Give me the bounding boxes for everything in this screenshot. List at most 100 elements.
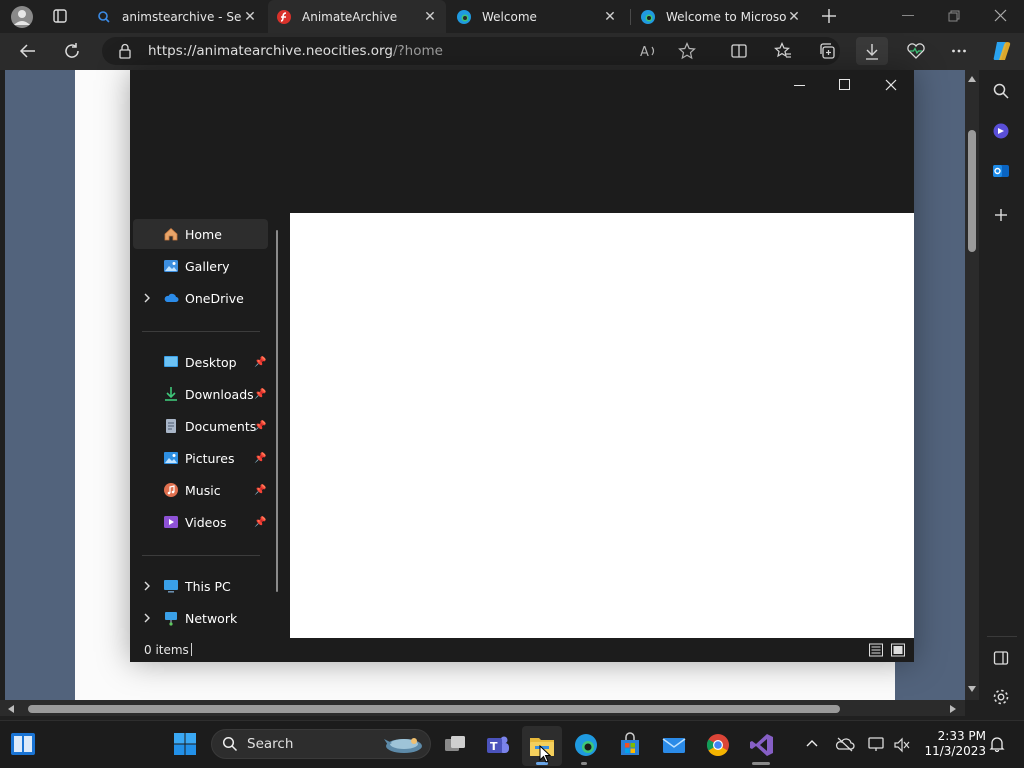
edge-browser-icon[interactable] [573, 732, 599, 758]
collections-icon[interactable] [818, 42, 836, 60]
svg-text:A: A [640, 45, 649, 59]
large-icons-view-icon[interactable] [890, 642, 906, 658]
mail-icon[interactable] [661, 732, 687, 758]
restore-icon[interactable] [948, 10, 960, 22]
url-host: https://animatearchive.neocities.org [148, 43, 393, 59]
explorer-content-pane[interactable] [290, 213, 914, 638]
show-hidden-icons-chevron[interactable] [806, 738, 818, 750]
scroll-down-arrow[interactable] [968, 686, 976, 692]
downloads-button[interactable] [856, 37, 888, 65]
nav-pane-scrollbar[interactable] [276, 230, 278, 592]
tab-animstearchive-search[interactable]: animstearchive - Sear ✕ [88, 0, 266, 33]
outlook-icon[interactable] [992, 162, 1010, 180]
chrome-icon[interactable] [705, 732, 731, 758]
system-clock[interactable]: 2:33 PM 11/3/2023 [916, 729, 986, 759]
copilot-sidebar-icon[interactable] [992, 122, 1010, 140]
pin-icon[interactable]: 📌 [254, 389, 266, 400]
chevron-right-icon[interactable] [142, 293, 152, 303]
nav-label: Videos [185, 514, 227, 530]
explorer-minimize-icon[interactable] [794, 85, 805, 86]
search-highlight-icon [384, 738, 422, 753]
nav-item-music[interactable]: Music 📌 [133, 475, 268, 505]
close-tab-icon[interactable]: ✕ [242, 9, 258, 25]
pin-icon[interactable]: 📌 [254, 421, 266, 432]
volume-muted-icon[interactable] [893, 737, 911, 753]
sidebar-settings-icon[interactable] [992, 688, 1010, 706]
nav-item-network[interactable]: Network [133, 603, 268, 633]
download-icon [866, 44, 878, 60]
minimize-icon[interactable] [902, 15, 914, 16]
new-tab-icon[interactable] [820, 7, 838, 25]
nav-item-onedrive[interactable]: OneDrive [133, 283, 268, 313]
search-label: Search [247, 736, 294, 752]
edge-sidebar [979, 70, 1024, 716]
scroll-up-arrow[interactable] [968, 76, 976, 82]
network-icon [165, 612, 177, 626]
lock-icon[interactable] [118, 43, 132, 59]
pin-icon[interactable]: 📌 [254, 453, 266, 464]
nav-item-videos[interactable]: Videos 📌 [133, 507, 268, 537]
favorites-icon[interactable] [774, 42, 792, 60]
onedrive-tray-icon[interactable] [835, 736, 855, 752]
details-view-icon[interactable] [868, 642, 884, 658]
pin-icon[interactable]: 📌 [254, 357, 266, 368]
horizontal-scrollbar[interactable] [0, 700, 965, 716]
tab-welcome[interactable]: Welcome ✕ [448, 0, 626, 33]
chevron-right-icon[interactable] [142, 581, 152, 591]
visual-studio-icon[interactable] [749, 732, 775, 758]
nav-item-pictures[interactable]: Pictures 📌 [133, 443, 268, 473]
horizontal-scroll-thumb[interactable] [28, 705, 840, 713]
network-tray-icon[interactable] [867, 736, 887, 752]
clock-date: 11/3/2023 [924, 744, 986, 758]
close-tab-icon[interactable]: ✕ [786, 9, 802, 25]
tab-actions-icon[interactable] [52, 8, 68, 24]
widgets-icon[interactable] [10, 732, 36, 756]
search-icon[interactable] [992, 82, 1010, 100]
chevron-right-icon[interactable] [142, 613, 152, 623]
close-tab-icon[interactable]: ✕ [422, 9, 438, 25]
computer-icon [164, 580, 178, 593]
nav-item-this-pc[interactable]: This PC [133, 571, 268, 601]
pin-icon[interactable]: 📌 [254, 485, 266, 496]
explorer-maximize-icon[interactable] [839, 79, 850, 90]
microsoft-store-icon[interactable] [617, 732, 643, 758]
tab-welcome-microsoft[interactable]: Welcome to Microsoft ✕ [632, 0, 810, 33]
scroll-left-arrow[interactable] [8, 705, 14, 713]
close-tab-icon[interactable]: ✕ [602, 9, 618, 25]
close-window-icon[interactable] [994, 9, 1007, 22]
add-sidebar-app-icon[interactable] [994, 208, 1008, 222]
nav-label: Documents [185, 418, 257, 434]
scroll-right-arrow[interactable] [950, 705, 956, 713]
vertical-scrollbar[interactable] [965, 70, 979, 700]
nav-item-downloads[interactable]: Downloads 📌 [133, 379, 268, 409]
nav-item-home[interactable]: Home [133, 219, 268, 249]
copilot-icon[interactable] [989, 39, 1015, 63]
more-options-icon[interactable] [950, 42, 968, 60]
nav-label: This PC [185, 578, 231, 594]
onedrive-cloud-icon [164, 293, 179, 302]
hide-sidebar-icon[interactable] [993, 650, 1009, 666]
task-view-icon[interactable] [442, 732, 468, 758]
notification-bell-icon[interactable] [989, 736, 1005, 752]
read-aloud-icon[interactable]: A [640, 43, 658, 59]
browser-essentials-icon[interactable] [906, 42, 926, 60]
nav-label: Downloads [185, 386, 254, 402]
music-icon [164, 483, 178, 497]
url-text[interactable]: https://animatearchive.neocities.org/?ho… [148, 43, 443, 59]
nav-item-desktop[interactable]: Desktop 📌 [133, 347, 268, 377]
nav-label: Home [185, 226, 222, 242]
teams-icon[interactable]: T [485, 732, 511, 758]
favorite-star-icon[interactable] [678, 42, 696, 60]
start-windows-icon[interactable] [173, 732, 197, 756]
refresh-icon[interactable] [63, 42, 81, 60]
explorer-close-icon[interactable] [885, 79, 897, 91]
profile-avatar[interactable] [10, 5, 34, 29]
nav-item-documents[interactable]: Documents 📌 [133, 411, 268, 441]
pin-icon[interactable]: 📌 [254, 517, 266, 528]
tab-animatearchive[interactable]: AnimateArchive ✕ [268, 0, 446, 33]
vertical-scroll-thumb[interactable] [968, 130, 976, 252]
split-screen-icon[interactable] [730, 42, 748, 60]
taskbar-search[interactable]: Search [211, 729, 431, 759]
nav-item-gallery[interactable]: Gallery [133, 251, 268, 281]
back-icon[interactable] [19, 42, 37, 60]
